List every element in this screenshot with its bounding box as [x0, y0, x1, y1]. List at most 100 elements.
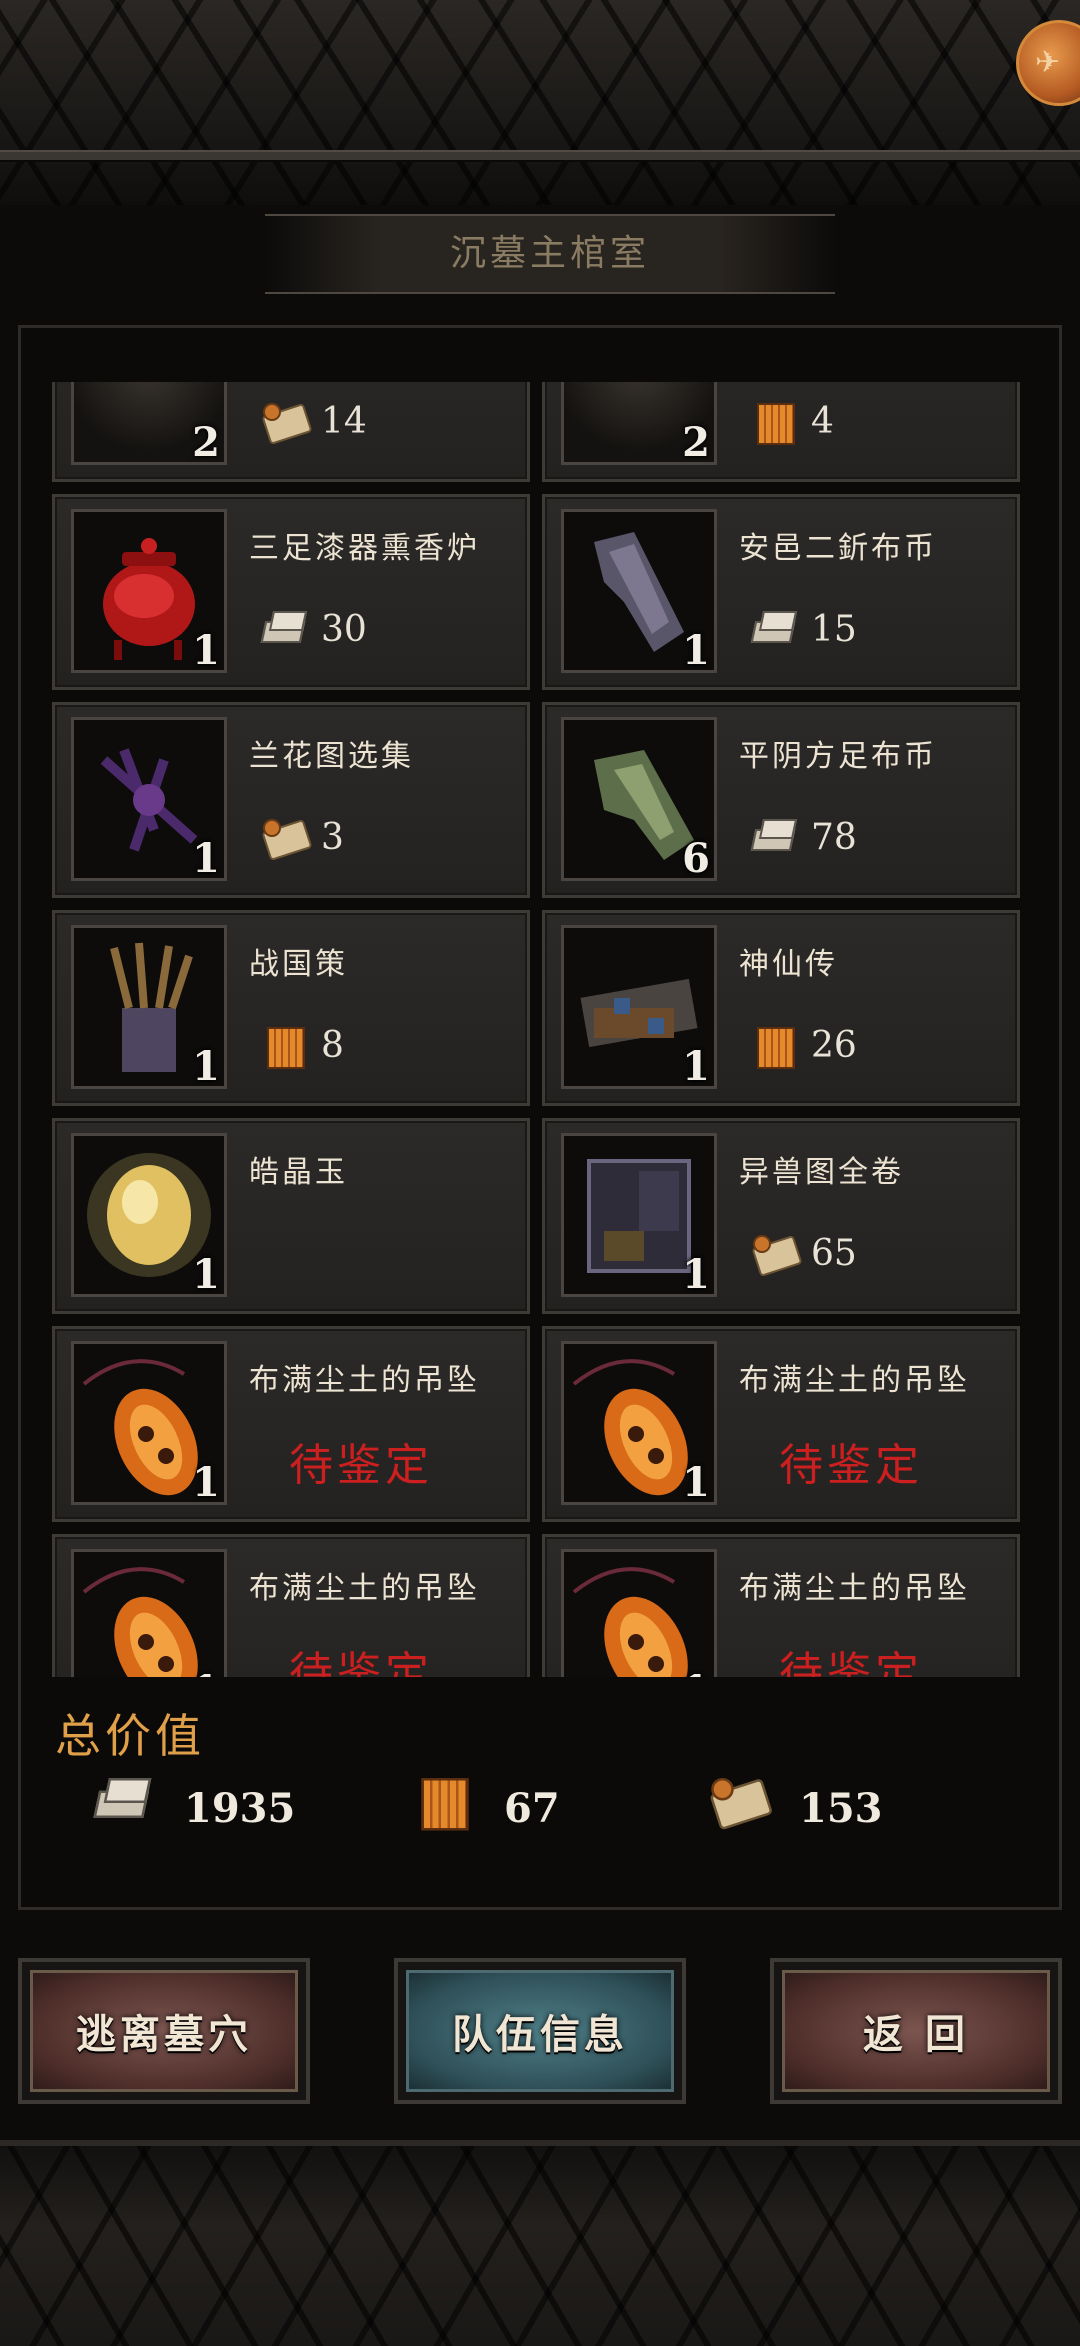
pendant-icon	[82, 1567, 198, 1677]
loot-card[interactable]: 1 兰花图选集 3	[52, 702, 530, 898]
item-value-number: 8	[321, 1024, 344, 1066]
item-name: 布满尘土的吊坠	[235, 1349, 485, 1399]
total-scroll: 67	[420, 1778, 560, 1836]
item-quantity: 6	[682, 835, 710, 881]
loot-card[interactable]: 1 布满尘土的吊坠 待鉴定	[52, 1326, 530, 1522]
escape-tomb-button[interactable]: 逃离墓穴	[18, 1958, 310, 2104]
total-parchment-value: 153	[799, 1784, 883, 1832]
item-thumbnail: 1	[71, 1133, 227, 1297]
bamboo-scroll-icon	[749, 1023, 799, 1069]
item-value-number: 4	[811, 400, 834, 442]
item-thumbnail: 2	[561, 382, 717, 465]
item-value-number: 14	[321, 400, 367, 442]
bamboo-scroll-icon	[749, 399, 799, 445]
back-button[interactable]: 返 回	[770, 1958, 1062, 2104]
total-value-label: 总价值	[55, 1709, 205, 1763]
item-thumbnail: 1	[561, 925, 717, 1089]
item-value: 15	[749, 607, 857, 651]
item-value: 14	[259, 399, 367, 443]
team-info-label: 队伍信息	[406, 1970, 674, 2092]
loot-row: 1 三足漆器熏香炉 30 1 安邑二釿布币 15	[52, 494, 1020, 702]
item-thumbnail: 1	[71, 717, 227, 881]
loot-card[interactable]: 6 平阴方足布币 78	[542, 702, 1020, 898]
loot-card[interactable]: 1 异兽图全卷 65	[542, 1118, 1020, 1314]
item-quantity: 2	[192, 419, 220, 465]
parchment-scroll-icon	[706, 1773, 794, 1843]
item-quantity: 1	[192, 1043, 220, 1089]
item-thumbnail: 1	[71, 1341, 227, 1505]
parchment-scroll-icon	[259, 399, 309, 443]
item-value-number: 3	[321, 816, 344, 858]
item-name: 战国策	[235, 933, 485, 983]
team-info-button[interactable]: 队伍信息	[394, 1958, 686, 2104]
item-name: 布满尘土的吊坠	[235, 1557, 485, 1607]
silver-ingots-icon	[91, 1773, 179, 1843]
item-name: 异兽图全卷	[725, 1141, 975, 1191]
item-quantity: 1	[682, 1251, 710, 1297]
item-thumbnail: 2	[71, 382, 227, 465]
item-thumbnail: 1	[71, 509, 227, 673]
loot-row: 1 布满尘土的吊坠 待鉴定 1 布满尘土的吊坠 待鉴定	[52, 1534, 1020, 1677]
item-thumbnail: 1	[561, 1133, 717, 1297]
item-value-number: 15	[811, 608, 857, 650]
unidentified-status: 待鉴定	[289, 1440, 433, 1491]
loot-card[interactable]: 1 三足漆器熏香炉 30	[52, 494, 530, 690]
item-name: 神仙传	[725, 933, 975, 983]
loot-card[interactable]: 1 战国策 8	[52, 910, 530, 1106]
item-quantity: 1	[192, 835, 220, 881]
item-quantity: 1	[192, 627, 220, 673]
loot-list: 2 14 2 4 1 三足漆器熏香炉 30 1 安邑二釿布币 15 1 兰花图选…	[52, 382, 1020, 1677]
item-name: 布满尘土的吊坠	[725, 1557, 975, 1607]
item-quantity: 1	[682, 627, 710, 673]
bamboo-scroll-icon	[259, 1023, 309, 1069]
room-title: 沉墓主棺室	[265, 214, 835, 294]
item-quantity: 1	[192, 1459, 220, 1505]
total-parchment: 153	[711, 1778, 883, 1836]
loot-card[interactable]: 1 安邑二釿布币 15	[542, 494, 1020, 690]
item-value: 26	[749, 1023, 857, 1069]
item-thumbnail: 1	[71, 925, 227, 1089]
item-name: 布满尘土的吊坠	[725, 1349, 975, 1399]
silver-ingots-icon	[259, 607, 309, 651]
item-quantity: 1	[682, 1043, 710, 1089]
parchment-scroll-icon	[749, 1231, 799, 1275]
item-name: 兰花图选集	[235, 725, 485, 775]
loot-card[interactable]: 1 布满尘土的吊坠 待鉴定	[542, 1534, 1020, 1677]
loot-row: 1 布满尘土的吊坠 待鉴定 1 布满尘土的吊坠 待鉴定	[52, 1326, 1020, 1534]
item-quantity: 1	[192, 1251, 220, 1297]
loot-card[interactable]: 1 神仙传 26	[542, 910, 1020, 1106]
item-value-number: 65	[811, 1232, 857, 1274]
item-quantity: 2	[682, 419, 710, 465]
item-name: 平阴方足布币	[725, 725, 975, 775]
corner-orb-icon: ✈	[1035, 45, 1061, 80]
loot-card[interactable]: 1 皓晶玉	[52, 1118, 530, 1314]
item-value-number: 78	[811, 816, 857, 858]
item-value: 65	[749, 1231, 857, 1275]
item-name: 三足漆器熏香炉	[235, 517, 485, 567]
loot-card[interactable]: 1 布满尘土的吊坠 待鉴定	[542, 1326, 1020, 1522]
item-quantity: 1	[682, 1667, 710, 1677]
item-value: 78	[749, 815, 857, 859]
item-thumbnail: 1	[561, 1341, 717, 1505]
loot-row: 1 皓晶玉 1 异兽图全卷 65	[52, 1118, 1020, 1326]
loot-card[interactable]: 1 布满尘土的吊坠 待鉴定	[52, 1534, 530, 1677]
loot-card[interactable]: 2 14	[52, 382, 530, 482]
back-label: 返 回	[782, 1970, 1050, 2092]
item-name: 安邑二釿布币	[725, 517, 975, 567]
silver-ingots-icon	[749, 815, 799, 859]
item-thumbnail: 1	[561, 1549, 717, 1677]
silver-ingots-icon	[749, 607, 799, 651]
item-value: 4	[749, 399, 834, 445]
item-quantity: 1	[192, 1667, 220, 1677]
item-thumbnail: 6	[561, 717, 717, 881]
bamboo-scroll-icon	[411, 1773, 499, 1843]
item-name: 皓晶玉	[235, 1141, 485, 1191]
item-quantity: 1	[682, 1459, 710, 1505]
loot-list-viewport[interactable]: 2 14 2 4 1 三足漆器熏香炉 30 1 安邑二釿布币 15 1 兰花图选…	[52, 382, 1020, 1677]
unidentified-status: 待鉴定	[289, 1648, 433, 1677]
bottom-decorative-band	[0, 2140, 1080, 2346]
total-coins-value: 1935	[184, 1784, 296, 1832]
item-value: 30	[259, 607, 367, 651]
item-value: 3	[259, 815, 344, 859]
loot-card[interactable]: 2 4	[542, 382, 1020, 482]
